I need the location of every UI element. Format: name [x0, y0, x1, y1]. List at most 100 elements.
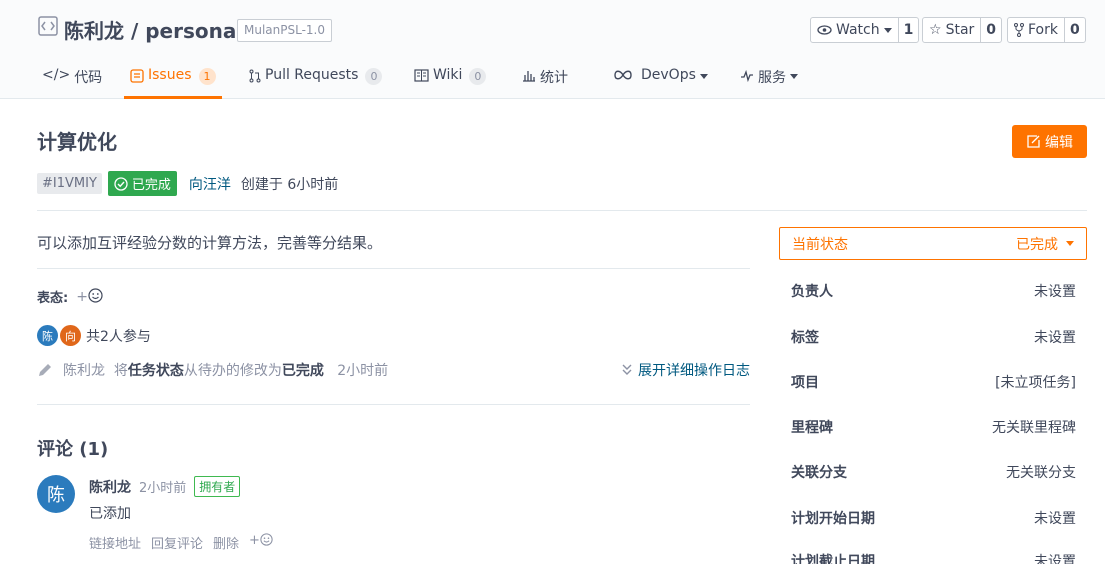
wiki-icon: [414, 69, 429, 82]
tab-service[interactable]: 服务: [740, 60, 798, 99]
reaction-label: 表态:: [37, 291, 69, 306]
sidebar-row-project[interactable]: 项目 [未立项任务]: [791, 372, 1076, 392]
comment-author[interactable]: 陈利龙: [89, 477, 131, 497]
stats-icon: [523, 71, 535, 82]
pull-request-icon: [249, 69, 261, 83]
star-label: Star: [945, 22, 975, 38]
code-icon: </>: [42, 67, 71, 83]
status-label: 当前状态: [792, 236, 848, 253]
status-value: 已完成: [1016, 236, 1058, 253]
sidebar-key: 标签: [791, 330, 819, 346]
sidebar-key: 关联分支: [791, 465, 847, 481]
tab-issues[interactable]: Issues 1: [124, 60, 222, 99]
edit-icon: [1027, 135, 1040, 148]
tab-pull-requests[interactable]: Pull Requests 0: [249, 60, 383, 99]
sidebar-value[interactable]: 未设置: [1034, 508, 1076, 528]
sidebar-row-branch[interactable]: 关联分支 无关联分支: [791, 462, 1076, 482]
star-count[interactable]: 0: [980, 18, 1001, 42]
repo-title[interactable]: 陈利龙 / personal: [64, 15, 243, 44]
state-badge: 已完成: [107, 171, 177, 196]
repo-tabs: </> 代码 Issues 1 Pull Requests 0 Wiki 0 统…: [0, 60, 1105, 99]
comment-body: 已添加: [89, 506, 131, 522]
add-reaction-button[interactable]: +: [76, 288, 103, 305]
tab-pull-requests-badge: 0: [365, 68, 383, 85]
issue-author[interactable]: 向汪洋: [189, 174, 231, 194]
edit-button[interactable]: 编辑: [1012, 125, 1087, 158]
status-dropdown[interactable]: 当前状态 已完成: [779, 227, 1087, 260]
comment-time[interactable]: 2小时前: [139, 477, 186, 496]
fork-icon: [1014, 23, 1024, 37]
delete-button[interactable]: 删除: [213, 533, 239, 552]
log-time: 2小时前: [337, 363, 389, 379]
sidebar-row-due-date[interactable]: 计划截止日期 未设置: [791, 551, 1076, 564]
smiley-icon: [260, 533, 273, 546]
chevron-down-icon: [1066, 241, 1074, 246]
sidebar-row-labels[interactable]: 标签 未设置: [791, 327, 1076, 347]
watch-button[interactable]: Watch 1: [810, 17, 920, 43]
sidebar-value[interactable]: 未设置: [1034, 551, 1076, 564]
sidebar-value[interactable]: 无关联里程碑: [992, 417, 1076, 437]
divider: [37, 404, 750, 405]
add-reaction-button[interactable]: +: [249, 533, 273, 552]
sidebar-key: 计划截止日期: [791, 554, 875, 564]
reply-button[interactable]: 回复评论: [151, 533, 203, 552]
tab-devops[interactable]: DevOps: [613, 60, 708, 99]
copy-link-button[interactable]: 链接地址: [89, 533, 141, 552]
repo-header: 陈利龙 / personal MulanPSL-1.0 Watch 1 ☆ St…: [0, 0, 1105, 99]
log-text-a: 将: [113, 363, 128, 379]
state-label: 已完成: [131, 178, 171, 193]
sidebar-key: 里程碑: [791, 420, 833, 436]
issue-title: 计算优化: [37, 130, 117, 154]
fork-count[interactable]: 0: [1063, 18, 1085, 42]
tab-stats-label: 统计: [540, 70, 568, 86]
watch-count[interactable]: 1: [897, 18, 919, 42]
tab-pull-requests-label: Pull Requests: [265, 67, 359, 83]
service-icon: [741, 70, 753, 82]
tab-stats[interactable]: 统计: [522, 60, 568, 99]
issue-created: 创建于 6小时前: [240, 176, 339, 193]
comment-actions: 链接地址 回复评论 删除 +: [89, 533, 273, 552]
tab-wiki-badge: 0: [469, 68, 487, 85]
sidebar-row-start-date[interactable]: 计划开始日期 未设置: [791, 508, 1076, 528]
pencil-icon: [39, 364, 51, 376]
expand-log-label: 展开详细操作日志: [638, 363, 750, 379]
tab-code[interactable]: </> 代码: [42, 60, 102, 99]
license-badge[interactable]: MulanPSL-1.0: [237, 19, 332, 42]
comment-avatar[interactable]: 陈: [37, 475, 75, 513]
sidebar-key: 负责人: [791, 284, 833, 300]
owner-badge: 拥有者: [194, 476, 241, 497]
issue-meta: #I1VMIY 已完成 向汪洋 创建于 6小时前: [37, 171, 338, 196]
tab-issues-label: Issues: [148, 67, 192, 83]
check-circle-icon: [114, 176, 128, 191]
avatar[interactable]: 向: [60, 325, 81, 346]
issues-icon: [130, 69, 144, 83]
avatar[interactable]: 陈: [37, 325, 58, 346]
divider: [37, 268, 750, 269]
reaction-bar: 表态: +: [37, 287, 103, 306]
sidebar-value[interactable]: 无关联分支: [1006, 462, 1076, 482]
issue-id[interactable]: #I1VMIY: [37, 173, 102, 194]
tab-wiki-label: Wiki: [433, 67, 463, 83]
tab-code-label: 代码: [74, 70, 103, 86]
sidebar-key: 计划开始日期: [791, 511, 875, 527]
log-user[interactable]: 陈利龙: [63, 360, 105, 380]
chevron-down-icon: [699, 74, 708, 79]
fork-label: Fork: [1028, 22, 1058, 38]
repo-code-icon: [38, 16, 58, 36]
sidebar-row-assignee[interactable]: 负责人 未设置: [791, 281, 1076, 301]
fork-button[interactable]: Fork 0: [1007, 17, 1086, 43]
sidebar-value[interactable]: [未立项任务]: [995, 372, 1076, 392]
sidebar-value[interactable]: 未设置: [1034, 327, 1076, 347]
chevron-down-icon: [883, 27, 892, 33]
eye-icon: [817, 25, 832, 35]
sidebar-row-milestone[interactable]: 里程碑 无关联里程碑: [791, 417, 1076, 437]
sidebar-value[interactable]: 未设置: [1034, 281, 1076, 301]
activity-log: 陈利龙 将 任务状态 从待办的修改为 已完成 2小时前 展开详细操作日志: [37, 360, 750, 380]
expand-log-link[interactable]: 展开详细操作日志: [622, 360, 750, 380]
tab-issues-badge: 1: [198, 68, 216, 85]
star-button[interactable]: ☆ Star 0: [922, 17, 1003, 43]
double-chevron-down-icon: [622, 364, 632, 375]
edit-button-label: 编辑: [1045, 134, 1073, 151]
devops-icon: [614, 70, 632, 80]
tab-wiki[interactable]: Wiki 0: [414, 60, 487, 99]
